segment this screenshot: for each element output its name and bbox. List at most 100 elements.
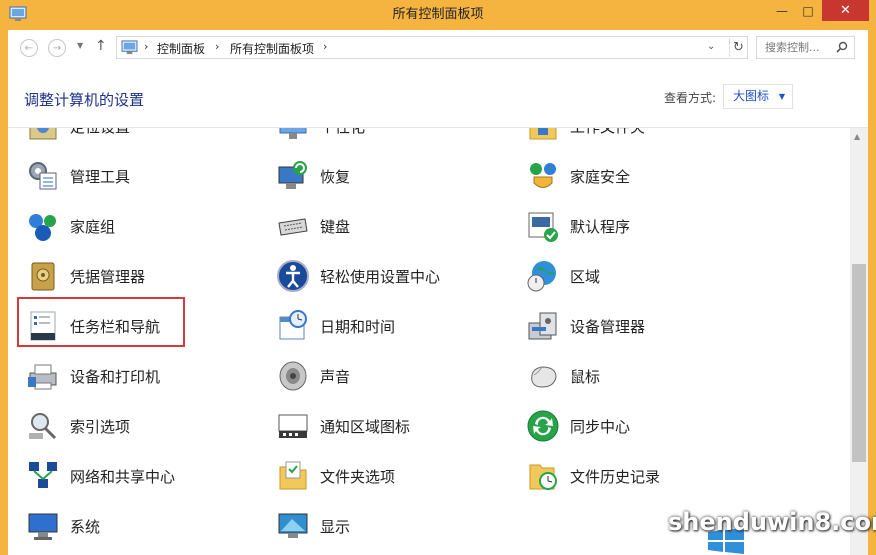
close-icon: ✕ bbox=[840, 3, 851, 18]
globe-clock-icon bbox=[527, 261, 556, 292]
item-region[interactable]: 区域 bbox=[526, 256, 746, 296]
maximize-button[interactable]: □ bbox=[795, 0, 821, 21]
arrow-right-icon: → bbox=[52, 42, 62, 54]
item-keyboard[interactable]: 键盘 bbox=[276, 206, 496, 246]
watermark-text: shenduwin8.com bbox=[668, 508, 876, 536]
personalization-icon bbox=[279, 128, 307, 139]
item-family-safety[interactable]: 家庭安全 bbox=[526, 156, 746, 196]
window-client: ← → ▼ ↑ › 控制面板 › 所有控制面板项 › ⌄ ↻ 搜索控制... 调… bbox=[8, 30, 868, 555]
network-icon bbox=[29, 462, 57, 488]
item-label: 键盘 bbox=[320, 218, 351, 236]
highlight-box bbox=[17, 297, 185, 347]
ease-of-access-icon bbox=[277, 260, 309, 292]
item-recovery[interactable]: 恢复 bbox=[276, 156, 496, 196]
chevron-right-icon[interactable]: › bbox=[215, 40, 219, 53]
window-frame-right bbox=[868, 30, 876, 555]
item-label: 管理工具 bbox=[70, 168, 131, 186]
arrow-up-icon: ↑ bbox=[95, 38, 107, 54]
refresh-button[interactable]: ↻ bbox=[729, 38, 747, 57]
item-label: 家庭安全 bbox=[570, 168, 631, 186]
item-date-time[interactable]: 日期和时间 bbox=[276, 306, 496, 346]
item-device-manager[interactable]: 设备管理器 bbox=[526, 306, 746, 346]
item-admin-tools[interactable]: 管理工具 bbox=[26, 156, 246, 196]
item-label: 定位设置 bbox=[70, 128, 130, 137]
search-input[interactable]: 搜索控制... bbox=[756, 36, 855, 59]
breadcrumb-all-items[interactable]: 所有控制面板项 bbox=[230, 40, 314, 57]
forward-button[interactable]: → bbox=[48, 39, 66, 57]
printer-icon bbox=[28, 364, 57, 390]
admin-tools-icon bbox=[29, 162, 57, 190]
file-history-icon bbox=[529, 464, 557, 490]
folder-options-icon bbox=[279, 461, 307, 490]
item-display[interactable]: 显示 bbox=[276, 506, 496, 546]
navigation-bar: ← → ▼ ↑ › 控制面板 › 所有控制面板项 › ⌄ ↻ 搜索控制... bbox=[8, 30, 868, 66]
window-title: 所有控制面板项 bbox=[392, 7, 484, 22]
up-button[interactable]: ↑ bbox=[95, 38, 107, 54]
control-panel-items: 定位设置 个性化 工作文件夹 管理工具 家庭组 bbox=[8, 128, 850, 555]
window-frame-left bbox=[0, 30, 8, 555]
calendar-clock-icon bbox=[279, 310, 307, 340]
item-label: 家庭组 bbox=[70, 218, 116, 236]
item-label: 文件历史记录 bbox=[570, 468, 661, 486]
display-icon bbox=[278, 513, 308, 538]
item-location-settings[interactable]: 定位设置 bbox=[26, 128, 246, 146]
item-label: 同步中心 bbox=[570, 418, 631, 436]
chevron-down-icon: ▼ bbox=[778, 92, 785, 101]
chevron-right-icon[interactable]: › bbox=[323, 40, 327, 53]
item-label: 鼠标 bbox=[570, 368, 601, 386]
indexing-icon bbox=[29, 413, 57, 440]
arrow-left-icon: ← bbox=[24, 42, 34, 54]
item-sound[interactable]: 声音 bbox=[276, 356, 496, 396]
maximize-icon: □ bbox=[802, 3, 814, 18]
address-bar[interactable]: › 控制面板 › 所有控制面板项 › ⌄ ↻ bbox=[116, 36, 748, 59]
default-programs-icon bbox=[528, 212, 558, 242]
item-network-sharing[interactable]: 网络和共享中心 bbox=[26, 456, 246, 496]
location-icon bbox=[29, 128, 57, 140]
view-by-label: 查看方式: bbox=[664, 91, 717, 105]
close-button[interactable]: ✕ bbox=[822, 0, 869, 21]
mouse-icon bbox=[531, 366, 557, 388]
chevron-right-icon[interactable]: › bbox=[144, 40, 148, 53]
minimize-button[interactable]: — bbox=[769, 0, 795, 21]
view-by-value: 大图标 bbox=[733, 89, 770, 103]
item-label: 索引选项 bbox=[70, 418, 131, 436]
item-homegroup[interactable]: 家庭组 bbox=[26, 206, 246, 246]
item-label: 轻松使用设置中心 bbox=[320, 268, 441, 286]
recent-locations-dropdown[interactable]: ▼ bbox=[77, 41, 83, 50]
chevron-down-icon[interactable]: ⌄ bbox=[707, 41, 715, 52]
item-label: 工作文件夹 bbox=[570, 128, 645, 137]
view-by-dropdown[interactable]: 大图标 ▼ bbox=[723, 84, 793, 109]
item-label: 区域 bbox=[570, 268, 601, 286]
item-default-programs[interactable]: 默认程序 bbox=[526, 206, 746, 246]
item-ease-of-access[interactable]: 轻松使用设置中心 bbox=[276, 256, 496, 296]
item-notification-icons[interactable]: 通知区域图标 bbox=[276, 406, 496, 446]
vertical-scrollbar[interactable]: ▲ bbox=[850, 128, 868, 555]
title-bar: 所有控制面板项 — □ ✕ bbox=[0, 0, 876, 30]
item-indexing-options[interactable]: 索引选项 bbox=[26, 406, 246, 446]
credential-manager-icon bbox=[31, 262, 55, 291]
item-label: 恢复 bbox=[320, 168, 351, 186]
item-credential-manager[interactable]: 凭据管理器 bbox=[26, 256, 246, 296]
scrollbar-thumb[interactable] bbox=[852, 264, 866, 462]
scroll-up-icon[interactable]: ▲ bbox=[854, 132, 860, 141]
item-label: 凭据管理器 bbox=[70, 268, 146, 286]
item-label: 声音 bbox=[320, 368, 351, 386]
item-label: 个性化 bbox=[320, 128, 365, 137]
breadcrumb-control-panel[interactable]: 控制面板 bbox=[157, 40, 205, 57]
item-label: 通知区域图标 bbox=[320, 418, 411, 436]
item-file-history[interactable]: 文件历史记录 bbox=[526, 456, 746, 496]
page-title: 调整计算机的设置 bbox=[24, 91, 145, 109]
search-placeholder: 搜索控制... bbox=[765, 41, 820, 54]
item-folder-options[interactable]: 文件夹选项 bbox=[276, 456, 496, 496]
item-sync-center[interactable]: 同步中心 bbox=[526, 406, 746, 446]
minimize-icon: — bbox=[776, 3, 788, 18]
item-work-folders[interactable]: 工作文件夹 bbox=[526, 128, 746, 146]
item-mouse[interactable]: 鼠标 bbox=[526, 356, 746, 396]
item-devices-printers[interactable]: 设备和打印机 bbox=[26, 356, 246, 396]
back-button[interactable]: ← bbox=[20, 39, 38, 57]
item-personalization[interactable]: 个性化 bbox=[276, 128, 496, 146]
search-icon bbox=[836, 41, 848, 53]
family-safety-icon bbox=[530, 163, 556, 188]
item-system[interactable]: 系统 bbox=[26, 506, 246, 546]
notification-area-icon bbox=[278, 414, 308, 438]
